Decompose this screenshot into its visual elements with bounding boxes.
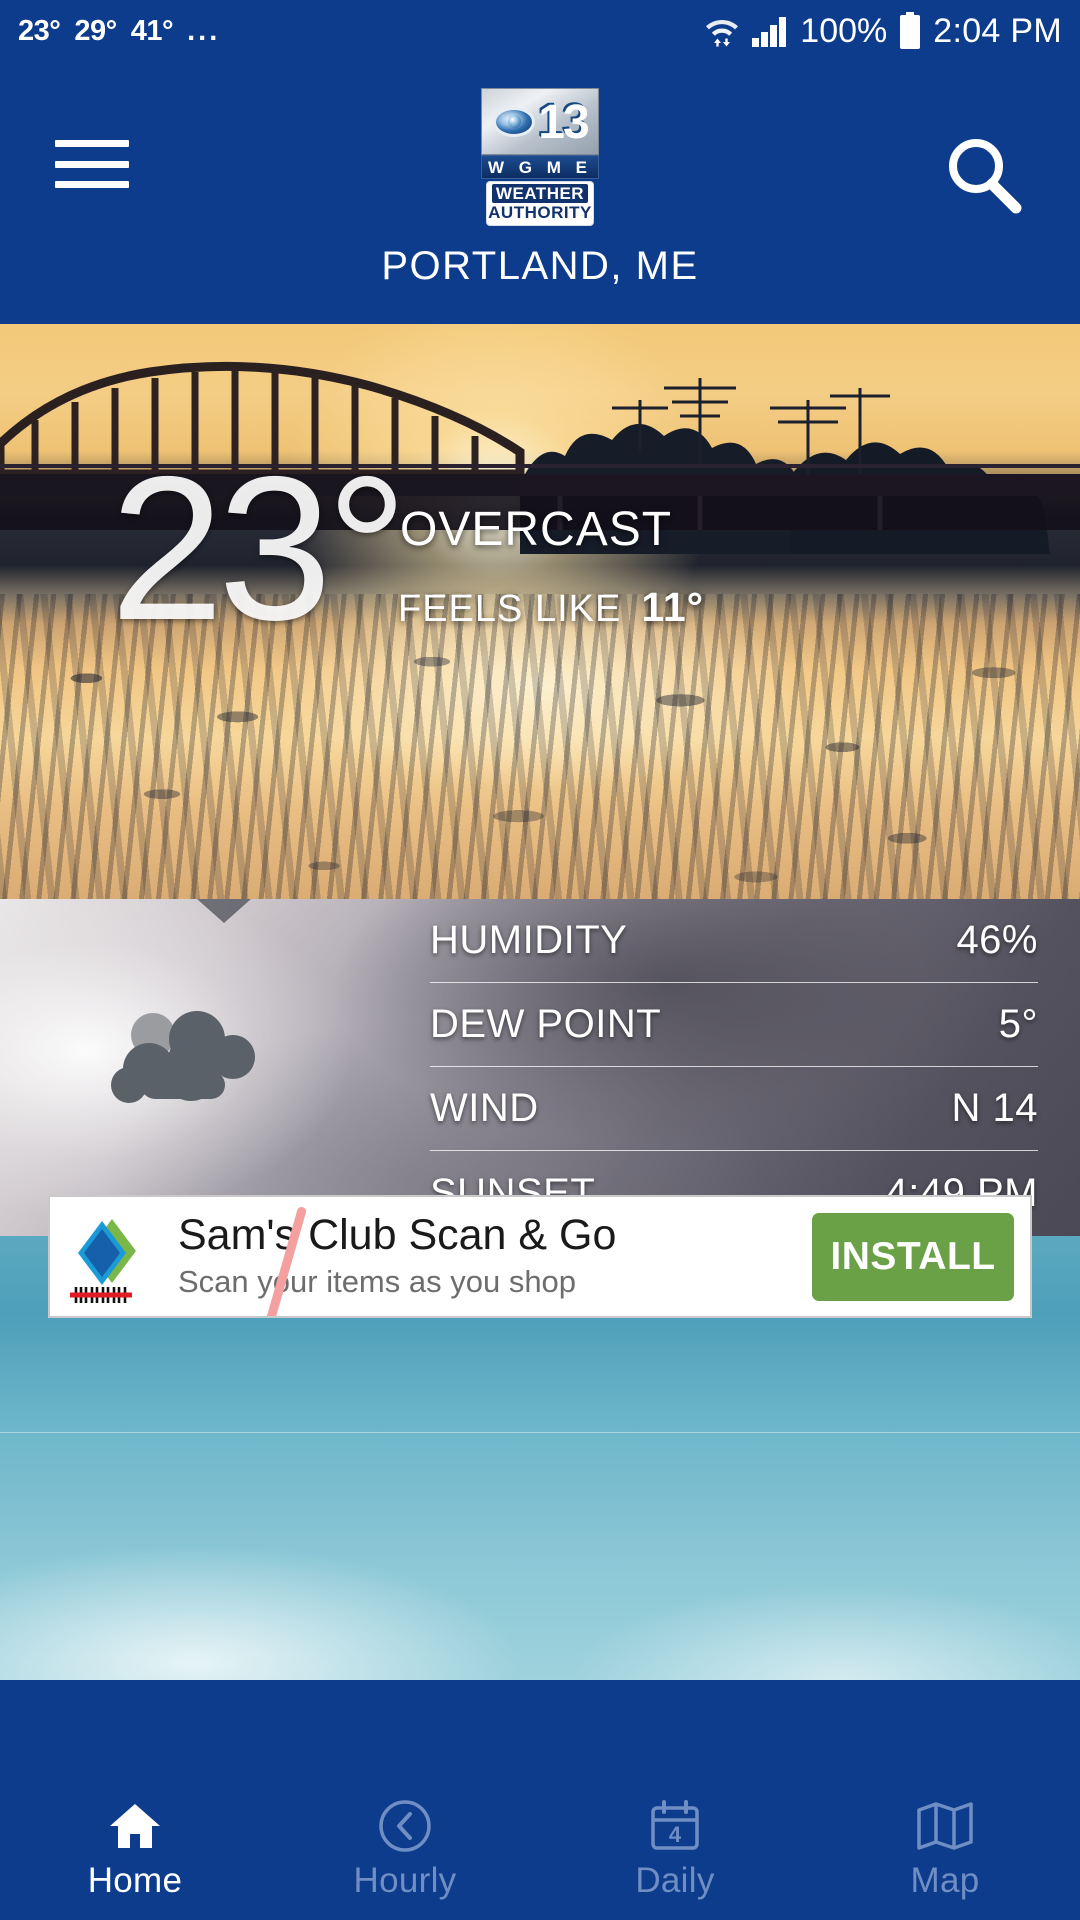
feels-like-label: FEELS LIKE	[398, 588, 622, 630]
home-icon	[107, 1797, 163, 1855]
detail-value: 46%	[956, 918, 1038, 962]
map-icon	[916, 1797, 974, 1855]
status-bar-right: 100% 2:04 PM	[704, 12, 1062, 51]
bottom-navigation: Home Hourly 4 Daily Map	[0, 1778, 1080, 1920]
ad-subtitle: Scan your items as you shop	[178, 1264, 577, 1300]
current-condition: OVERCAST	[400, 503, 673, 556]
feels-like-value: 11°	[641, 584, 705, 630]
ad-copy: Sam's Club Scan & Go Scan your items as …	[162, 1210, 812, 1300]
section-divider	[0, 1432, 1080, 1433]
status-bar: 23° 29° 41° ... 100% 2:04 PM	[0, 0, 1080, 62]
install-button[interactable]: INSTALL	[812, 1212, 1014, 1301]
page-title: PORTLAND, ME	[381, 244, 699, 288]
battery-icon	[898, 12, 922, 50]
status-clock: 2:04 PM	[933, 11, 1062, 50]
logo-weather-authority: WEATHER AUTHORITY	[486, 181, 594, 226]
status-temp-2: 29°	[74, 14, 117, 47]
detail-value: 5°	[998, 1002, 1038, 1046]
detail-label: DEW POINT	[430, 1002, 662, 1046]
status-bar-left: 23° 29° 41° ...	[18, 15, 220, 48]
sams-club-scan-and-go-logo	[66, 1209, 162, 1305]
cbs-eye-icon	[493, 106, 536, 137]
nav-item-daily[interactable]: 4 Daily	[540, 1778, 810, 1920]
feels-like: FEELS LIKE 11°	[398, 584, 704, 631]
detail-row-dew-point: DEW POINT 5°	[430, 983, 1038, 1067]
current-details-panel: HUMIDITY 46% DEW POINT 5° WIND N 14 SUNS…	[0, 899, 1080, 1236]
search-icon[interactable]	[940, 132, 1030, 222]
details-rows: HUMIDITY 46% DEW POINT 5° WIND N 14 SUNS…	[430, 899, 1080, 1235]
status-temp-3: 41°	[130, 14, 174, 47]
cellular-signal-icon	[751, 14, 789, 48]
logo-callsign: W G M E	[481, 155, 599, 179]
hamburger-menu-icon[interactable]	[55, 140, 129, 188]
cloudy-icon	[111, 1011, 255, 1103]
app-header: 13 W G M E WEATHER AUTHORITY PORTLAND, M…	[0, 62, 1080, 324]
logo-tagline-authority: AUTHORITY	[488, 203, 592, 222]
status-temp-1: 23°	[18, 14, 61, 47]
ad-title: Sam's Club Scan & Go	[178, 1210, 617, 1259]
logo-channel-number: 13	[537, 94, 588, 148]
logo-channel-block: 13	[481, 88, 599, 155]
wgme-logo: 13 W G M E WEATHER AUTHORITY	[479, 88, 601, 226]
ad-banner[interactable]: Sam's Club Scan & Go Scan your items as …	[48, 1195, 1032, 1318]
nav-item-hourly[interactable]: Hourly	[270, 1778, 540, 1920]
current-observation: 23° OVERCAST FEELS LIKE 11°	[0, 446, 1080, 654]
clock-icon	[377, 1797, 433, 1855]
current-temperature: 23°	[110, 434, 408, 663]
detail-label: HUMIDITY	[430, 918, 628, 962]
nav-item-home[interactable]: Home	[0, 1778, 270, 1920]
logo-tagline-weather: WEATHER	[492, 184, 588, 203]
nav-item-map[interactable]: Map	[810, 1778, 1080, 1920]
detail-row-wind: WIND N 14	[430, 1067, 1038, 1151]
lily-pads	[0, 623, 1080, 899]
nav-label-home: Home	[87, 1861, 183, 1900]
panel-pointer-arrow	[197, 899, 251, 923]
detail-row-humidity: HUMIDITY 46%	[430, 899, 1038, 983]
hero-current-conditions: 23° OVERCAST FEELS LIKE 11°	[0, 324, 1080, 899]
nav-label-hourly: Hourly	[353, 1861, 457, 1900]
status-overflow: ...	[187, 14, 221, 47]
detail-label: WIND	[430, 1086, 539, 1130]
calendar-icon: 4	[647, 1797, 703, 1855]
nav-label-daily: Daily	[635, 1861, 715, 1900]
nav-label-map: Map	[910, 1861, 980, 1900]
battery-percent: 100%	[800, 11, 888, 50]
detail-value: N 14	[951, 1086, 1038, 1130]
wifi-icon	[704, 14, 740, 48]
svg-text:4: 4	[669, 1822, 682, 1847]
